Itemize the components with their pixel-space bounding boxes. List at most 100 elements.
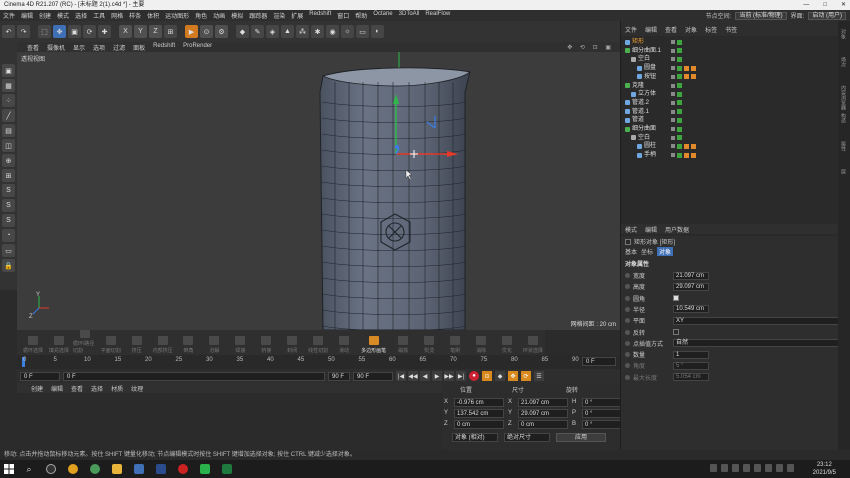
s3-icon[interactable]: S	[2, 214, 15, 227]
object-row[interactable]: 按钮	[637, 73, 656, 81]
coord-icon[interactable]: ⊞	[164, 25, 177, 38]
search-icon[interactable]: ⌕	[18, 460, 40, 478]
start-button[interactable]	[0, 460, 18, 478]
photo-app-icon[interactable]	[128, 460, 150, 478]
right-strip-tab[interactable]: 属性	[840, 141, 847, 151]
playback-button[interactable]: |◀	[396, 371, 406, 381]
playback-button[interactable]: ◀◀	[408, 371, 418, 381]
object-flags[interactable]	[671, 116, 682, 124]
subdivision-icon[interactable]: ◈	[266, 25, 279, 38]
right-strip-tab[interactable]: 场次	[840, 57, 847, 67]
close-button[interactable]: ✕	[841, 0, 846, 10]
viewport-menu-item[interactable]: 选项	[89, 43, 109, 52]
viewport-menu-item[interactable]: Redshift	[149, 43, 179, 52]
tool-7[interactable]: 溶解	[202, 330, 226, 355]
attr-field-value[interactable]: XY	[673, 316, 841, 325]
attr-field-value[interactable]: 29.097 cm	[673, 282, 709, 291]
position-field[interactable]: 0 cm	[454, 419, 504, 429]
animate-bullet-icon[interactable]	[625, 295, 630, 301]
viewport[interactable]: 透视视图 Y Z 网格间距: 20 cm	[17, 52, 620, 330]
animate-bullet-icon[interactable]	[625, 284, 630, 290]
object-flags[interactable]	[671, 125, 682, 133]
edges-mode-icon[interactable]: ╱	[2, 109, 15, 122]
animate-bullet-icon[interactable]	[625, 306, 630, 312]
snap-icon[interactable]: ⊞	[2, 169, 15, 182]
viewport-menu-item[interactable]: ProRender	[179, 43, 216, 52]
material-menu-item[interactable]: 纹理	[127, 384, 147, 393]
menu-item[interactable]: 3DToAll	[396, 11, 423, 20]
menu-item[interactable]: 窗口	[334, 11, 352, 20]
attr-menu-item[interactable]: 编辑	[641, 225, 661, 234]
object-row[interactable]: 细分曲面.1	[625, 47, 661, 55]
z-axis-icon[interactable]: Z	[149, 25, 162, 38]
object-row[interactable]: 立方体	[631, 90, 656, 98]
render-view-icon[interactable]: ▶	[185, 25, 198, 38]
record-button[interactable]: ●	[469, 371, 479, 381]
wechat-app-icon[interactable]	[194, 460, 216, 478]
size-field[interactable]: 29.097 cm	[518, 408, 568, 418]
tool-1[interactable]: 填充选择	[47, 330, 71, 355]
tool-13[interactable]: 多边形画笔	[358, 330, 389, 355]
menu-item[interactable]: 模式	[54, 11, 72, 20]
system-tray[interactable]	[710, 464, 794, 472]
object-flags[interactable]	[671, 134, 682, 142]
keyframe-button[interactable]: ◆	[495, 371, 505, 381]
object-menu-item[interactable]: 文件	[621, 25, 641, 34]
size-field[interactable]: 0 cm	[518, 419, 568, 429]
animate-bullet-icon[interactable]	[625, 363, 630, 369]
tool-5[interactable]: 内部挤压	[151, 330, 175, 355]
timeline-frame-field[interactable]: 0 F	[582, 357, 616, 366]
object-flags[interactable]	[671, 64, 696, 72]
object-row[interactable]: 管道.2	[625, 99, 649, 107]
object-row[interactable]: 克隆	[625, 82, 644, 90]
object-flags[interactable]	[671, 151, 696, 159]
tool-12[interactable]: 滑动	[332, 330, 356, 355]
chrome-app-icon[interactable]	[62, 460, 84, 478]
object-flags[interactable]	[671, 82, 682, 90]
viewport-menu-item[interactable]: 摄像机	[43, 43, 69, 52]
viewport-menu-item[interactable]: 查看	[23, 43, 43, 52]
right-strip-tab[interactable]: 构造	[840, 113, 847, 123]
attr-checkbox[interactable]	[673, 295, 679, 302]
animate-bullet-icon[interactable]	[625, 352, 630, 358]
node-space-select[interactable]: 当前 (标准/物理)	[735, 11, 787, 20]
uv-icon[interactable]: ◫	[2, 139, 15, 152]
end-frame-field-a[interactable]: 90 F	[328, 371, 350, 381]
menu-item[interactable]: 样条	[126, 11, 144, 20]
undo-icon[interactable]: ↶	[2, 25, 15, 38]
sky-icon[interactable]: ◐	[371, 25, 384, 38]
size-mode-select[interactable]: 绝对尺寸	[504, 433, 550, 442]
coord-mode-select[interactable]: 对象 (相对)	[452, 433, 498, 442]
material-menu-item[interactable]: 编辑	[47, 384, 67, 393]
lock-icon[interactable]: 🔒	[2, 259, 15, 272]
y-axis-icon[interactable]: Y	[134, 25, 147, 38]
object-flags[interactable]	[671, 142, 696, 150]
attr-field-value[interactable]: 自然	[673, 339, 841, 348]
tool-14[interactable]: 磁铁	[391, 330, 415, 355]
axis-icon[interactable]: ⊕	[2, 154, 15, 167]
add-icon[interactable]: ✚	[98, 25, 111, 38]
excel-app-icon[interactable]	[216, 460, 238, 478]
light-icon[interactable]: ☼	[341, 25, 354, 38]
menu-item[interactable]: 选择	[72, 11, 90, 20]
object-row[interactable]: 空白	[631, 134, 650, 142]
browser-app-icon[interactable]	[84, 460, 106, 478]
apply-button[interactable]: 应用	[556, 433, 606, 442]
s2-icon[interactable]: S	[2, 199, 15, 212]
menu-item[interactable]: 角色	[192, 11, 210, 20]
menu-item[interactable]: 渲染	[270, 11, 288, 20]
object-flags[interactable]	[671, 108, 682, 116]
tool-16[interactable]: 笔刷	[443, 330, 467, 355]
floor-icon[interactable]: ▭	[356, 25, 369, 38]
attr-tab[interactable]: 坐标	[641, 247, 653, 256]
playback-button[interactable]: ◀	[420, 371, 430, 381]
key-pos-button[interactable]: ✥	[508, 371, 518, 381]
material-manager-area[interactable]	[17, 393, 442, 450]
tool-9[interactable]: 桥接	[254, 330, 278, 355]
autokey-button[interactable]: ⊙	[482, 371, 492, 381]
material-menu-item[interactable]: 创建	[27, 384, 47, 393]
attr-tab[interactable]: 基本	[625, 247, 637, 256]
object-menu-item[interactable]: 对象	[681, 25, 701, 34]
viewport-nav-icons[interactable]: ✥ ⟲ ⊡ ▣	[567, 44, 614, 51]
viewport-menu-item[interactable]: 面板	[129, 43, 149, 52]
